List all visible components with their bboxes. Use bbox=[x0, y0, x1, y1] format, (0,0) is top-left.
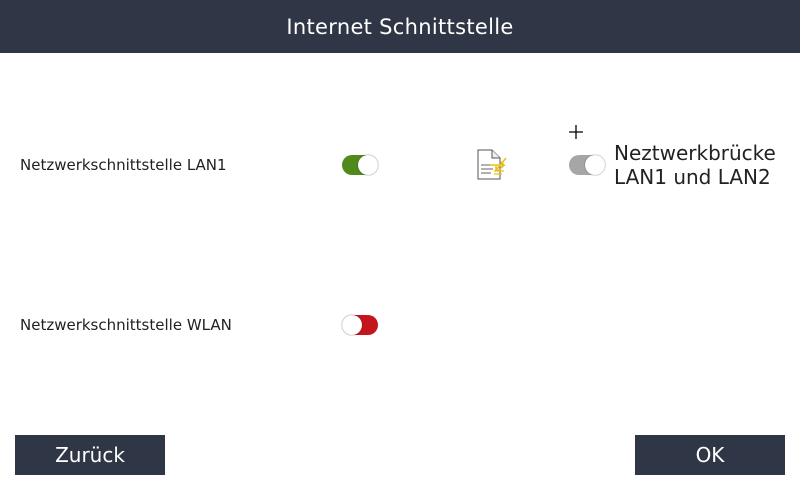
lan1-toggle-knob bbox=[358, 155, 378, 175]
bridge-label-line1: Neztwerkbrücke bbox=[614, 141, 776, 165]
bridge-label-line2: LAN1 und LAN2 bbox=[614, 165, 771, 189]
document-transfer-icon[interactable] bbox=[476, 149, 510, 181]
title-bar: Internet Schnittstelle bbox=[0, 0, 800, 53]
bridge-toggle[interactable] bbox=[569, 155, 605, 175]
page-title: Internet Schnittstelle bbox=[286, 14, 514, 39]
lan1-label: Netzwerkschnittstelle LAN1 bbox=[20, 156, 227, 174]
ok-button[interactable]: OK bbox=[635, 435, 785, 475]
screen: Internet Schnittstelle Netzwerkschnittst… bbox=[0, 0, 800, 480]
bridge-toggle-knob bbox=[585, 155, 605, 175]
crosshair-cursor-icon bbox=[569, 125, 583, 139]
wlan-toggle[interactable] bbox=[342, 315, 378, 335]
back-button[interactable]: Zurück bbox=[15, 435, 165, 475]
wlan-toggle-knob bbox=[342, 315, 362, 335]
bridge-label: Neztwerkbrücke LAN1 und LAN2 bbox=[614, 141, 776, 189]
lan1-toggle[interactable] bbox=[342, 155, 378, 175]
wlan-label: Netzwerkschnittstelle WLAN bbox=[20, 316, 232, 334]
